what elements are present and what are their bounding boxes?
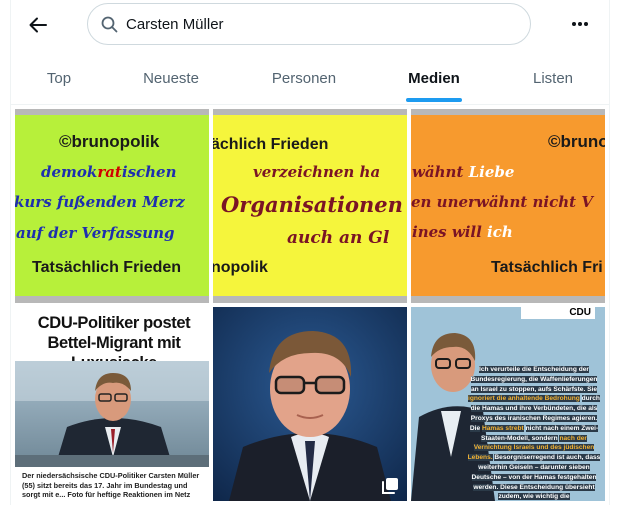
meme-line: ines will ich xyxy=(412,223,513,241)
cdu-logo: CDU xyxy=(521,307,595,319)
active-tab-indicator xyxy=(406,98,462,102)
news-caption: Der niedersächsische CDU-Politiker Carst… xyxy=(22,471,200,499)
tab-listen[interactable]: Listen xyxy=(521,52,585,104)
meme-line: kurs fußenden Merz xyxy=(15,193,185,211)
politician-photo xyxy=(15,361,209,467)
multiple-images-icon xyxy=(382,478,398,494)
meme-line: wähnt Liebe xyxy=(412,163,515,181)
tabs-divider xyxy=(11,104,609,105)
tile-border-bottom xyxy=(15,296,209,303)
media-tile-5[interactable] xyxy=(213,307,407,501)
meme-line: Organisationen xyxy=(221,192,403,217)
media-tile-3[interactable]: ©bruno wähnt Liebe en unerwähnt nicht V … xyxy=(411,109,605,303)
search-icon xyxy=(101,16,118,32)
tab-personen[interactable]: Personen xyxy=(259,52,349,104)
tile-border-bottom xyxy=(411,296,605,303)
meme-line: auf der Verfassung xyxy=(16,224,175,242)
arrow-left-icon xyxy=(29,17,47,33)
timeline-border-right xyxy=(609,0,610,505)
meme-footer: nopolik xyxy=(213,259,268,276)
meme-watermark: ©bruno xyxy=(548,132,605,151)
meme-footer: Tatsächlich Fri xyxy=(491,259,603,276)
meme-line: ächlich Frieden xyxy=(213,136,329,153)
more-horizontal-icon xyxy=(572,22,588,26)
meme-line: auch an Gl xyxy=(287,228,390,248)
search-tabs: Top Neueste Personen Medien Listen xyxy=(11,52,609,104)
media-tile-4[interactable]: CDU-Politiker postet Bettel-Migrant mit … xyxy=(15,307,209,501)
tile-border-top xyxy=(411,109,605,115)
statement-text: Ich verurteile die Entscheidung der Bund… xyxy=(467,365,601,501)
tile-border-top xyxy=(213,109,407,115)
search-input[interactable] xyxy=(124,14,508,34)
tile-border-bottom xyxy=(213,296,407,303)
back-button[interactable] xyxy=(24,11,52,39)
meme-footer: Tatsächlich Frieden xyxy=(32,259,182,276)
meme-line: demokratischen xyxy=(41,163,177,181)
media-tile-6[interactable]: CDU Ich verurteile die Entscheidung der … xyxy=(411,307,605,501)
politician-portrait xyxy=(213,307,407,501)
media-tile-1[interactable]: ©brunopolik demokratischen kurs fußenden… xyxy=(15,109,209,303)
meme-line: en unerwähnt nicht V xyxy=(411,193,593,211)
meme-line: verzeichnen ha xyxy=(253,163,381,181)
tab-neueste[interactable]: Neueste xyxy=(129,52,213,104)
more-options-button[interactable] xyxy=(566,12,594,36)
tab-top[interactable]: Top xyxy=(31,52,87,104)
meme-watermark: ©brunopolik xyxy=(59,132,160,151)
tile-border-top xyxy=(15,109,209,115)
media-tile-2[interactable]: ächlich Frieden verzeichnen ha Organisat… xyxy=(213,109,407,303)
tab-medien[interactable]: Medien xyxy=(397,52,471,104)
search-box[interactable] xyxy=(87,3,531,45)
